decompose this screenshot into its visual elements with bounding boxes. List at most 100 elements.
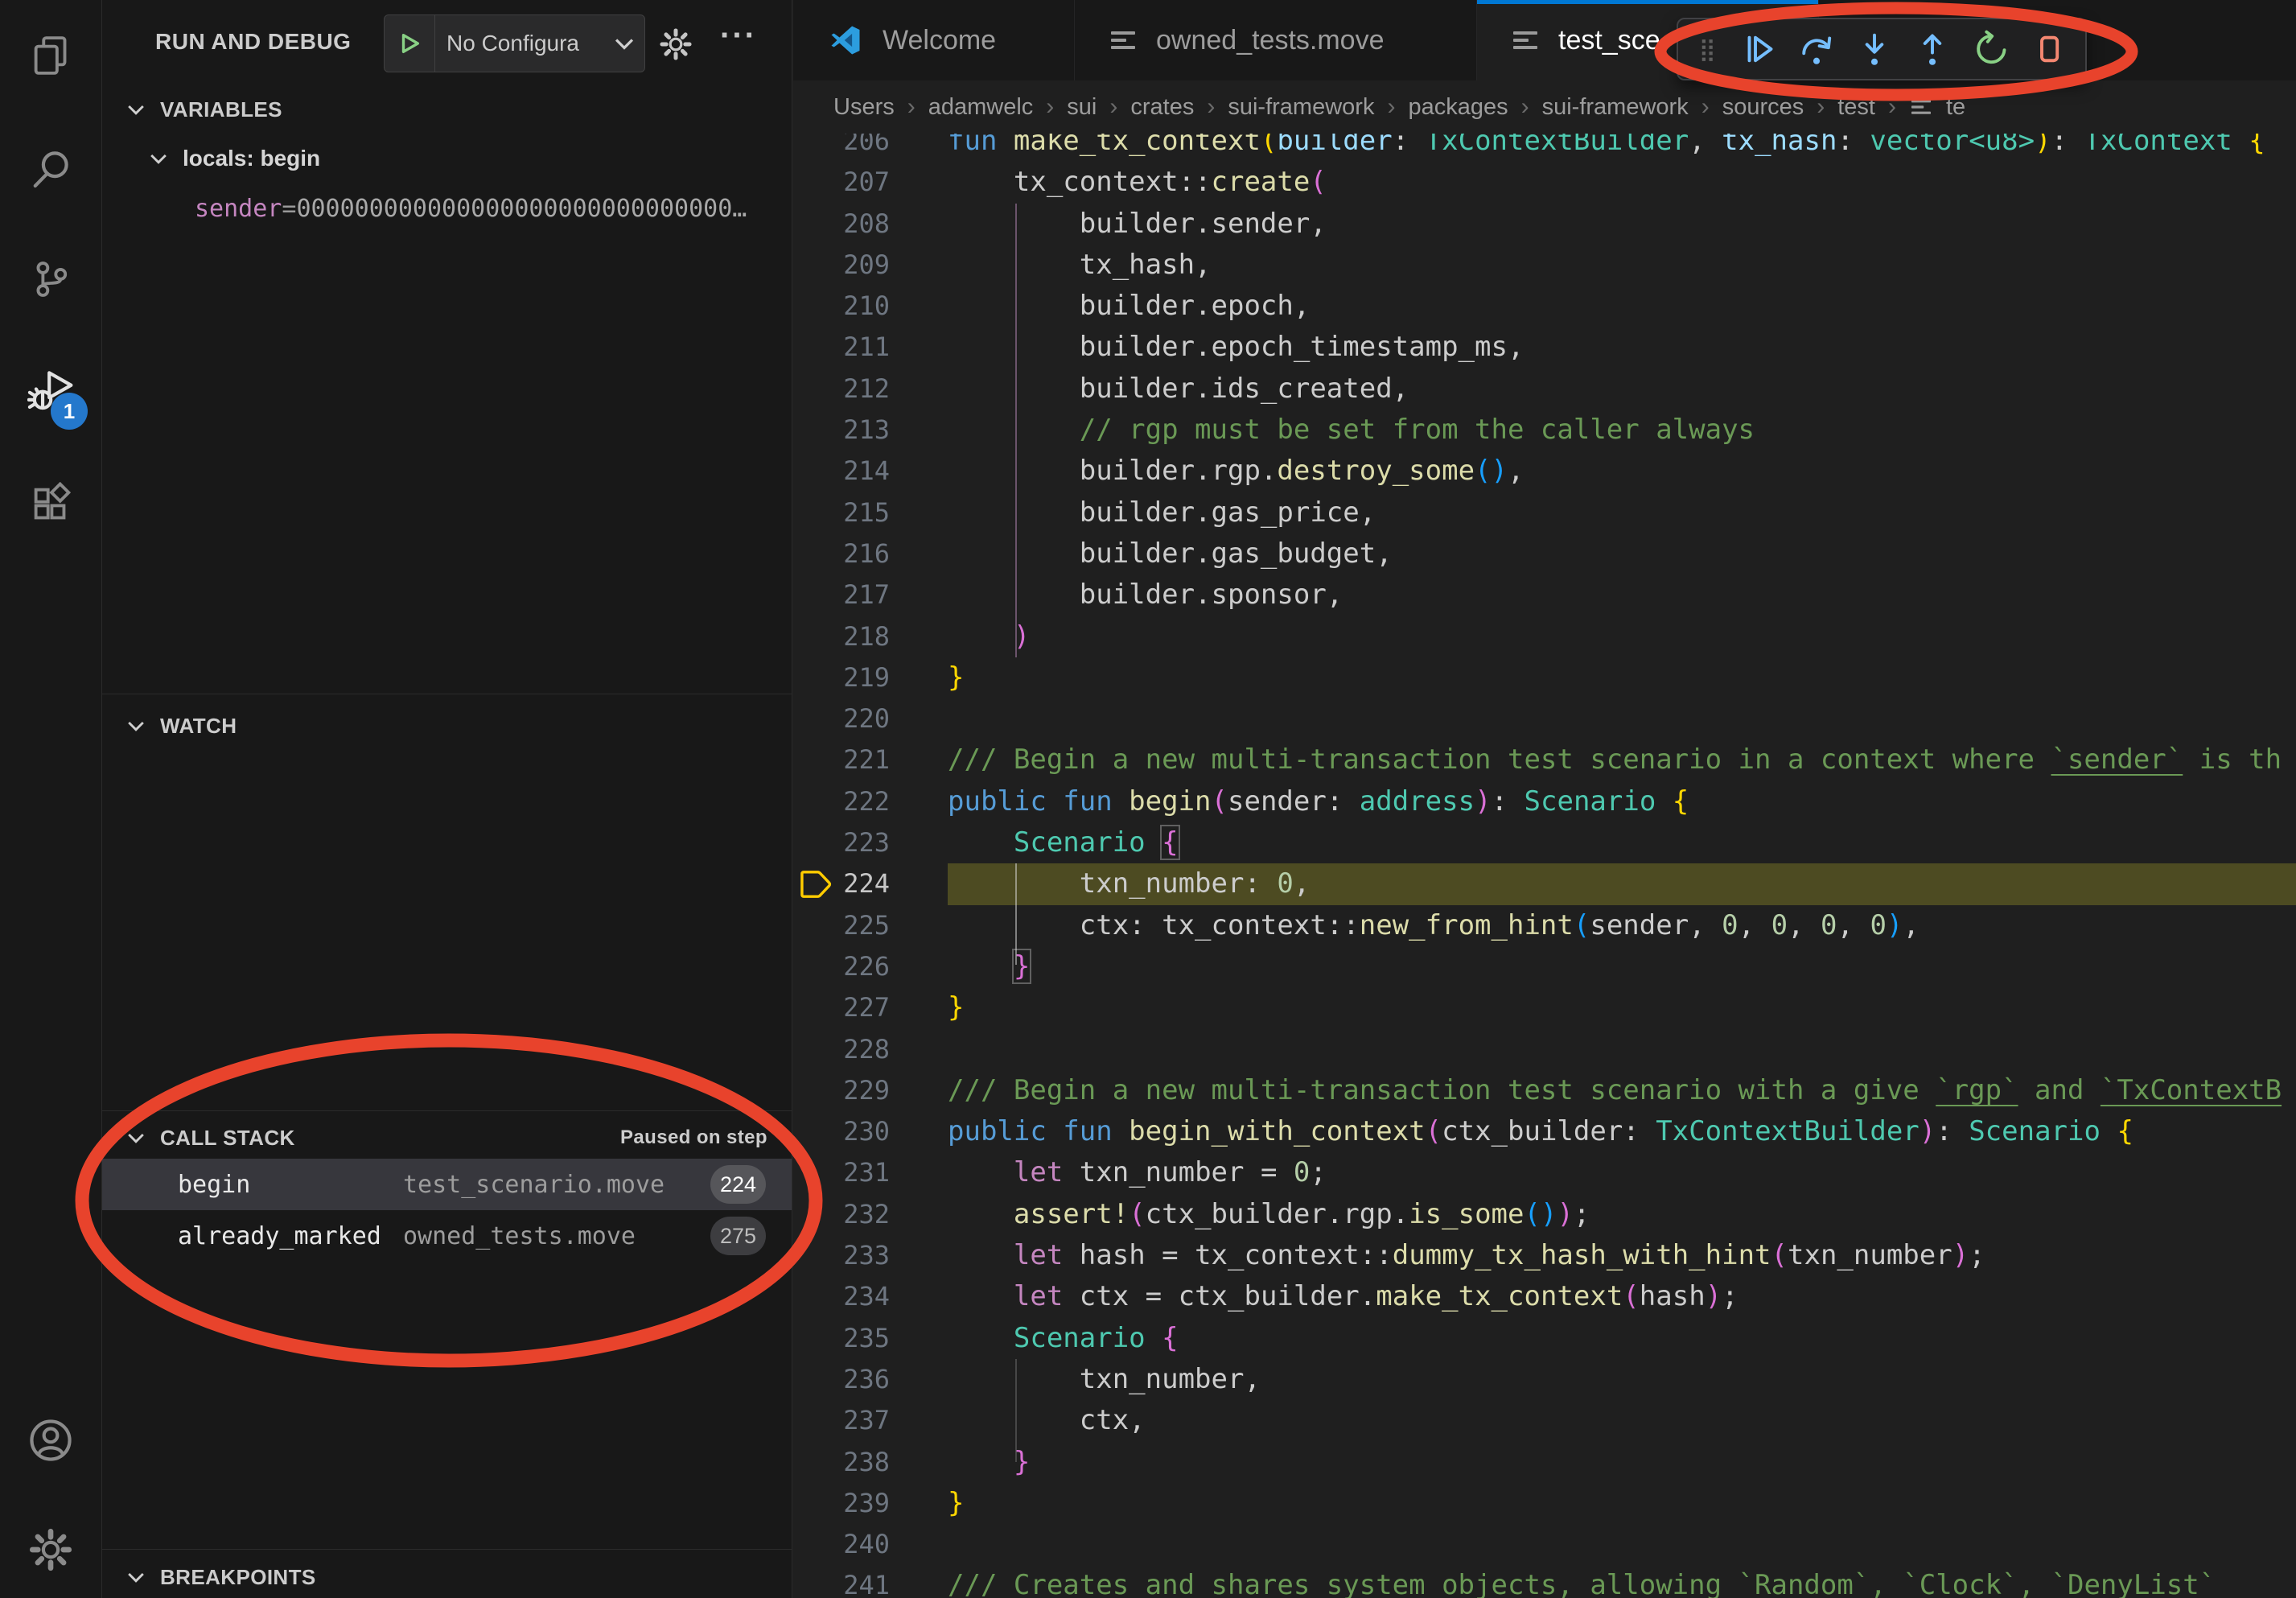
line-number-221[interactable]: 221 xyxy=(793,739,898,780)
editor-gutter[interactable]: 2062072082092102112122132142152162172182… xyxy=(793,134,898,1598)
debug-toolbar xyxy=(1677,18,2087,80)
debug-settings-gear-icon[interactable] xyxy=(659,27,693,65)
line-number-209[interactable]: 209 xyxy=(793,245,898,286)
line-number-206[interactable]: 206 xyxy=(793,134,898,162)
breadcrumb-item[interactable]: packages xyxy=(1408,94,1508,121)
vscode-logo-icon xyxy=(829,24,862,56)
search-icon[interactable] xyxy=(0,129,101,209)
line-number-210[interactable]: 210 xyxy=(793,286,898,327)
breadcrumb-item[interactable]: sui-framework xyxy=(1228,94,1374,121)
call-stack-frame-begin[interactable]: begintest_scenario.move224 xyxy=(102,1159,792,1210)
line-number-211[interactable]: 211 xyxy=(793,327,898,368)
line-number-231[interactable]: 231 xyxy=(793,1152,898,1193)
extensions-icon[interactable] xyxy=(0,464,101,545)
line-number-208[interactable]: 208 xyxy=(793,204,898,245)
line-number-226[interactable]: 226 xyxy=(793,946,898,987)
breadcrumb: Users›adamwelc›sui›crates›sui-framework›… xyxy=(793,80,2296,134)
line-number-229[interactable]: 229 xyxy=(793,1070,898,1111)
line-number-220[interactable]: 220 xyxy=(793,698,898,739)
code-line-231: let txn_number = 0; xyxy=(948,1152,2296,1193)
breadcrumb-item[interactable]: Users xyxy=(833,94,895,121)
line-number-230[interactable]: 230 xyxy=(793,1111,898,1152)
line-number-218[interactable]: 218 xyxy=(793,616,898,657)
code-line-239: } xyxy=(948,1483,2296,1524)
line-number-237[interactable]: 237 xyxy=(793,1400,898,1441)
code-editor[interactable]: 2062072082092102112122132142152162172182… xyxy=(793,134,2296,1598)
line-number-219[interactable]: 219 xyxy=(793,657,898,698)
variables-scope-row[interactable]: locals: begin xyxy=(102,134,792,183)
line-number-215[interactable]: 215 xyxy=(793,492,898,533)
code-line-220 xyxy=(948,698,2296,739)
breadcrumb-separator: › xyxy=(1387,93,1395,121)
line-number-225[interactable]: 225 xyxy=(793,905,898,946)
activity-bar: 1 xyxy=(0,0,102,1598)
accounts-icon[interactable] xyxy=(0,1400,101,1481)
line-number-217[interactable]: 217 xyxy=(793,575,898,616)
step-out-button[interactable] xyxy=(1909,21,1956,77)
line-number-224[interactable]: 224 xyxy=(793,863,898,904)
explorer-icon[interactable] xyxy=(0,15,101,96)
breadcrumb-item[interactable]: test xyxy=(1837,94,1875,121)
frame-file: owned_tests.move xyxy=(403,1222,710,1250)
line-number-232[interactable]: 232 xyxy=(793,1194,898,1235)
breadcrumb-item[interactable]: sui xyxy=(1067,94,1097,121)
line-number-239[interactable]: 239 xyxy=(793,1483,898,1524)
run-and-debug-icon[interactable] xyxy=(0,351,101,431)
breadcrumb-item[interactable]: adamwelc xyxy=(928,94,1034,121)
settings-gear-icon[interactable] xyxy=(0,1509,101,1590)
source-control-icon[interactable] xyxy=(0,239,101,319)
variable-row-sender[interactable]: sender = 000000000000000000000000000000… xyxy=(102,183,792,233)
line-number-228[interactable]: 228 xyxy=(793,1029,898,1070)
line-number-214[interactable]: 214 xyxy=(793,451,898,492)
breadcrumb-item[interactable]: sources xyxy=(1722,94,1804,121)
tab-label: Welcome xyxy=(883,25,996,56)
breadcrumb-item[interactable]: sui-framework xyxy=(1542,94,1689,121)
breakpoints-section-header[interactable]: BREAKPOINTS xyxy=(102,1551,792,1598)
watch-section-header[interactable]: WATCH xyxy=(102,700,792,752)
more-actions-icon[interactable]: ··· xyxy=(720,18,757,54)
tab-welcome[interactable]: Welcome xyxy=(793,0,1075,80)
breadcrumb-item[interactable]: crates xyxy=(1130,94,1194,121)
tab-owned-tests-move[interactable]: owned_tests.move xyxy=(1075,0,1477,80)
line-number-234[interactable]: 234 xyxy=(793,1276,898,1317)
restart-button[interactable] xyxy=(1968,21,2014,77)
start-debugging-icon[interactable] xyxy=(385,15,435,72)
frame-line-badge: 275 xyxy=(710,1217,766,1255)
frame-file: test_scenario.move xyxy=(403,1171,710,1199)
breadcrumb-file[interactable]: te xyxy=(1946,94,1965,121)
line-number-235[interactable]: 235 xyxy=(793,1318,898,1359)
code-line-235: Scenario { xyxy=(948,1318,2296,1359)
code-line-214: builder.rgp.destroy_some(), xyxy=(948,451,2296,492)
code-line-240 xyxy=(948,1524,2296,1565)
line-number-223[interactable]: 223 xyxy=(793,822,898,863)
line-number-207[interactable]: 207 xyxy=(793,162,898,203)
line-number-236[interactable]: 236 xyxy=(793,1359,898,1400)
stop-button[interactable] xyxy=(2026,21,2072,77)
breadcrumb-separator: › xyxy=(1046,93,1054,121)
code-line-233: let hash = tx_context::dummy_tx_hash_wit… xyxy=(948,1235,2296,1276)
move-file-icon xyxy=(1513,31,1537,49)
call-stack-frame-already_marked[interactable]: already_markedowned_tests.move275 xyxy=(102,1210,792,1262)
line-number-240[interactable]: 240 xyxy=(793,1524,898,1565)
move-file-icon xyxy=(1111,31,1135,49)
gripper-handle[interactable] xyxy=(1691,21,1723,77)
sidebar-title: RUN AND DEBUG xyxy=(155,29,351,55)
move-file-icon xyxy=(1911,100,1931,114)
code-line-238: } xyxy=(948,1442,2296,1483)
vscode-window: 1 RUN AND DEBUG No Configura xyxy=(0,0,2296,1598)
line-number-241[interactable]: 241 xyxy=(793,1565,898,1598)
step-over-button[interactable] xyxy=(1793,21,1840,77)
step-into-button[interactable] xyxy=(1851,21,1898,77)
line-number-216[interactable]: 216 xyxy=(793,533,898,575)
line-number-212[interactable]: 212 xyxy=(793,369,898,410)
code-line-218: ) xyxy=(948,616,2296,657)
line-number-222[interactable]: 222 xyxy=(793,781,898,822)
line-number-233[interactable]: 233 xyxy=(793,1235,898,1276)
continue-button[interactable] xyxy=(1734,21,1781,77)
line-number-238[interactable]: 238 xyxy=(793,1442,898,1483)
line-number-227[interactable]: 227 xyxy=(793,987,898,1028)
debug-config-picker[interactable]: No Configura xyxy=(384,14,645,72)
line-number-213[interactable]: 213 xyxy=(793,410,898,451)
call-stack-section-header[interactable]: CALL STACK Paused on step xyxy=(102,1112,792,1163)
variables-section-header[interactable]: VARIABLES xyxy=(102,84,792,135)
